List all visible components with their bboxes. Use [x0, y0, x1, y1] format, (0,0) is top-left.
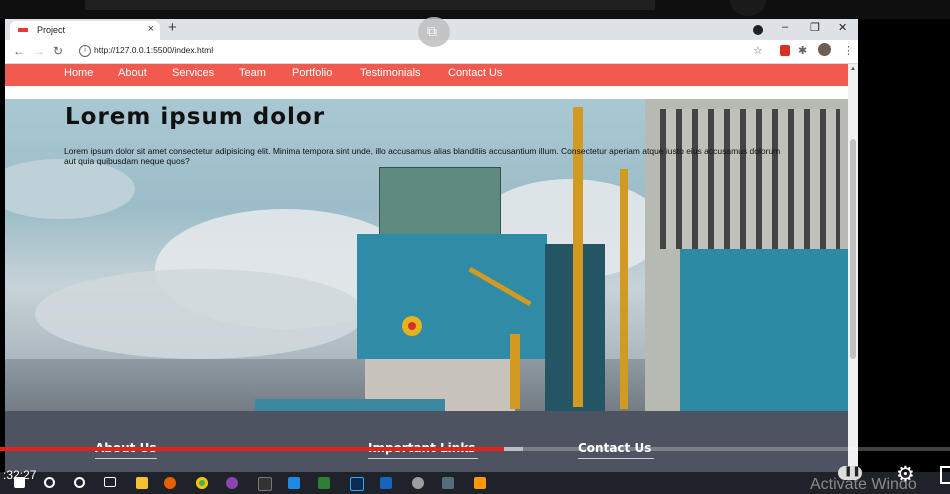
scroll-up-icon[interactable]: ▲ — [850, 66, 856, 72]
app-icon-2[interactable] — [318, 477, 330, 489]
app-icon-5[interactable] — [442, 477, 454, 489]
back-icon[interactable]: ← — [13, 44, 25, 58]
chrome-icon[interactable] — [196, 477, 208, 489]
nav-portfolio[interactable]: Portfolio — [292, 67, 332, 79]
nav-services[interactable]: Services — [172, 67, 214, 79]
nav-home[interactable]: Home — [64, 67, 93, 79]
photoshop-icon[interactable] — [350, 477, 364, 491]
search-icon[interactable] — [44, 477, 55, 488]
lower-roof — [255, 399, 445, 411]
tab-close-icon[interactable]: × — [148, 23, 154, 35]
menu-icon[interactable]: ⋮ — [843, 44, 854, 57]
avatar[interactable] — [818, 43, 831, 56]
minimize-button[interactable]: – — [782, 21, 788, 33]
cortana-icon[interactable] — [74, 477, 85, 488]
site-navbar: Home About Services Team Portfolio Testi… — [5, 64, 848, 86]
task-view-icon[interactable] — [104, 477, 116, 487]
top-bar — [85, 0, 655, 10]
address-bar[interactable]: i http://127.0.0.1:5500/index.html — [73, 43, 773, 60]
info-icon[interactable]: i — [79, 45, 91, 57]
top-circle — [730, 0, 766, 16]
video-timestamp: :32:27 — [3, 468, 37, 482]
cloud — [35, 269, 365, 359]
nav-testimonials[interactable]: Testimonials — [360, 67, 421, 79]
footer-underline — [368, 458, 478, 459]
tab-title: Project — [37, 25, 66, 35]
building-blue-right — [680, 249, 848, 411]
pause-icon: ❚❚ — [844, 466, 861, 477]
browser-window: Project × + – ❐ ✕ ← → ↻ i http://127.0.0… — [5, 19, 858, 472]
progress-played — [0, 447, 504, 451]
nav-team[interactable]: Team — [239, 67, 266, 79]
star-icon[interactable]: ☆ — [753, 44, 763, 57]
extensions-icon[interactable]: ✱ — [798, 44, 807, 57]
building-top — [379, 167, 501, 244]
picture-in-picture-button[interactable]: ⧉ — [418, 17, 450, 47]
record-icon[interactable] — [753, 25, 763, 35]
url-text[interactable]: http://127.0.0.1:5500/index.html — [94, 45, 213, 55]
gear-icon[interactable]: ⚙ — [896, 462, 915, 487]
hero-title: Lorem ipsum dolor — [65, 104, 326, 130]
nav-about[interactable]: About — [118, 67, 147, 79]
video-progress-bar[interactable] — [0, 447, 950, 451]
marker-dot — [408, 322, 416, 330]
tab-project[interactable]: Project × — [10, 21, 160, 40]
close-window-button[interactable]: ✕ — [838, 21, 847, 34]
app-icon-3[interactable] — [380, 477, 392, 489]
vscode-icon[interactable] — [288, 477, 300, 489]
copy-icon: ⧉ — [427, 23, 437, 39]
fullscreen-icon[interactable] — [940, 466, 950, 484]
cloud — [5, 159, 135, 219]
tower-windows — [660, 109, 840, 249]
scroll-thumb[interactable] — [850, 139, 856, 359]
crane-tower — [620, 169, 628, 409]
reload-icon[interactable]: ↻ — [53, 44, 63, 58]
new-tab-button[interactable]: + — [168, 19, 177, 36]
footer-underline — [578, 458, 654, 459]
footer-underline — [95, 458, 157, 459]
restore-button[interactable]: ❐ — [810, 21, 820, 34]
crane-tower — [510, 334, 520, 409]
page-viewport: Home About Services Team Portfolio Testi… — [5, 64, 848, 472]
firefox-icon[interactable] — [164, 477, 176, 489]
hero-text: Lorem ipsum dolor sit amet consectetur a… — [64, 146, 781, 166]
pdf-icon[interactable] — [780, 45, 790, 56]
sublime-icon[interactable] — [474, 477, 486, 489]
page-scrollbar[interactable]: ▲ — [848, 64, 858, 472]
favicon-icon — [18, 28, 28, 32]
forward-icon[interactable]: → — [33, 44, 45, 58]
file-explorer-icon[interactable] — [136, 477, 148, 489]
hero-section: Lorem ipsum dolor Lorem ipsum dolor sit … — [5, 99, 848, 411]
site-footer: About Us Important Links Contact Us — [5, 411, 848, 472]
autoplay-toggle[interactable]: ❚❚ — [838, 466, 862, 480]
obs-icon[interactable] — [226, 477, 238, 489]
app-icon-4[interactable] — [412, 477, 424, 489]
app-icon[interactable] — [258, 477, 272, 491]
top-strip — [0, 0, 950, 19]
nav-contact[interactable]: Contact Us — [448, 67, 502, 79]
windows-taskbar — [0, 472, 950, 494]
